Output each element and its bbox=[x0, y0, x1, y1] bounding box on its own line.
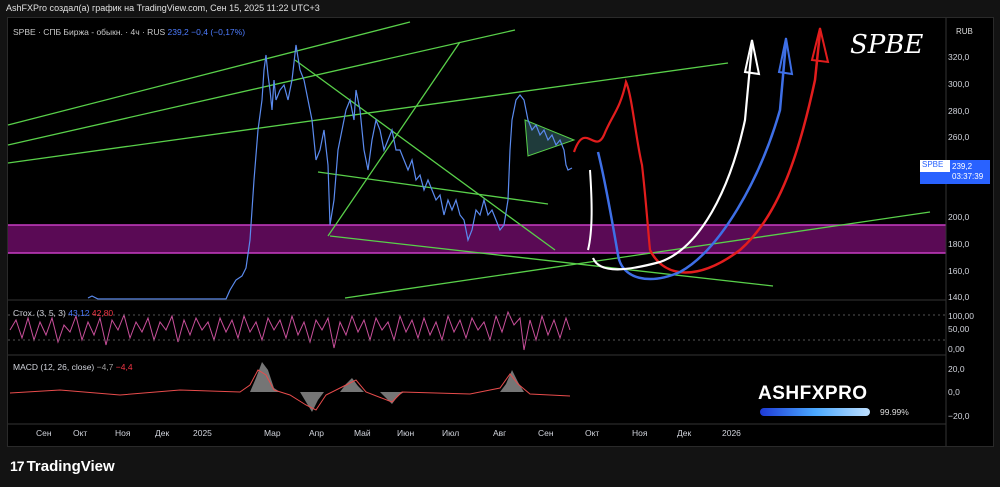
brand-percent: 99.99% bbox=[880, 407, 909, 417]
brand-progress-bar bbox=[760, 408, 870, 416]
badge-symbol: SPBE bbox=[920, 160, 950, 172]
badge-countdown: 03:37:39 bbox=[952, 172, 984, 181]
time-tick: 2026 bbox=[722, 428, 741, 438]
time-tick: Окт bbox=[73, 428, 88, 438]
stoch-tick: 100,00 bbox=[948, 311, 974, 321]
macd-value: −4,7 bbox=[96, 362, 114, 372]
stoch-tick: 50,00 bbox=[948, 324, 970, 334]
trendlines bbox=[7, 21, 931, 299]
time-tick: Дек bbox=[155, 428, 170, 438]
macd-tick: 0,0 bbox=[948, 387, 960, 397]
support-zone bbox=[8, 225, 946, 253]
price-line bbox=[87, 44, 573, 300]
stoch-title: Стох. (3, 5, 3) bbox=[13, 308, 66, 318]
stoch-legend[interactable]: Стох. (3, 5, 3) 43,12 42,80 bbox=[13, 308, 113, 318]
price-tick: 320,0 bbox=[948, 52, 970, 62]
time-tick: Апр bbox=[309, 428, 324, 438]
time-tick: Май bbox=[354, 428, 371, 438]
macd-tick: 20,0 bbox=[948, 364, 965, 374]
time-tick: Окт bbox=[585, 428, 600, 438]
time-tick: Июл bbox=[442, 428, 460, 438]
macd-signal-value: −4,4 bbox=[115, 362, 133, 372]
time-tick: Авг bbox=[493, 428, 507, 438]
time-tick: 2025 bbox=[193, 428, 212, 438]
brand-watermark: ASHFXPRO bbox=[758, 383, 868, 404]
macd-tick: −20,0 bbox=[948, 411, 970, 421]
macd-line bbox=[9, 369, 571, 411]
stoch-k-value: 43,12 bbox=[68, 308, 90, 318]
time-tick: Ноя bbox=[115, 428, 131, 438]
tradingview-logo-icon: 17 bbox=[10, 458, 25, 474]
stoch-tick: 0,00 bbox=[948, 344, 965, 354]
price-tick: 260,0 bbox=[948, 132, 970, 142]
time-tick: Сен bbox=[538, 428, 554, 438]
price-tick: 280,0 bbox=[948, 106, 970, 116]
price-tick: 180,0 bbox=[948, 239, 970, 249]
tradingview-logo-text: TradingView bbox=[26, 458, 115, 475]
price-tick: 160,0 bbox=[948, 266, 970, 276]
time-tick: Ноя bbox=[632, 428, 648, 438]
badge-price: 239,2 bbox=[952, 162, 973, 171]
tradingview-logo[interactable]: 17 TradingView bbox=[10, 458, 115, 475]
time-tick: Мар bbox=[264, 428, 281, 438]
time-tick: Июн bbox=[397, 428, 415, 438]
macd-legend[interactable]: MACD (12, 26, close) −4,7 −4,4 bbox=[13, 362, 133, 372]
time-tick: Сен bbox=[36, 428, 52, 438]
stoch-d-value: 42,80 bbox=[91, 308, 114, 318]
price-tick: 300,0 bbox=[948, 79, 970, 89]
price-tick: 140,0 bbox=[948, 292, 970, 302]
macd-title: MACD (12, 26, close) bbox=[13, 362, 95, 372]
price-badge[interactable]: SPBE 239,2 03:37:39 bbox=[920, 160, 990, 184]
time-tick: Дек bbox=[677, 428, 692, 438]
price-tick: 200,0 bbox=[948, 212, 970, 222]
